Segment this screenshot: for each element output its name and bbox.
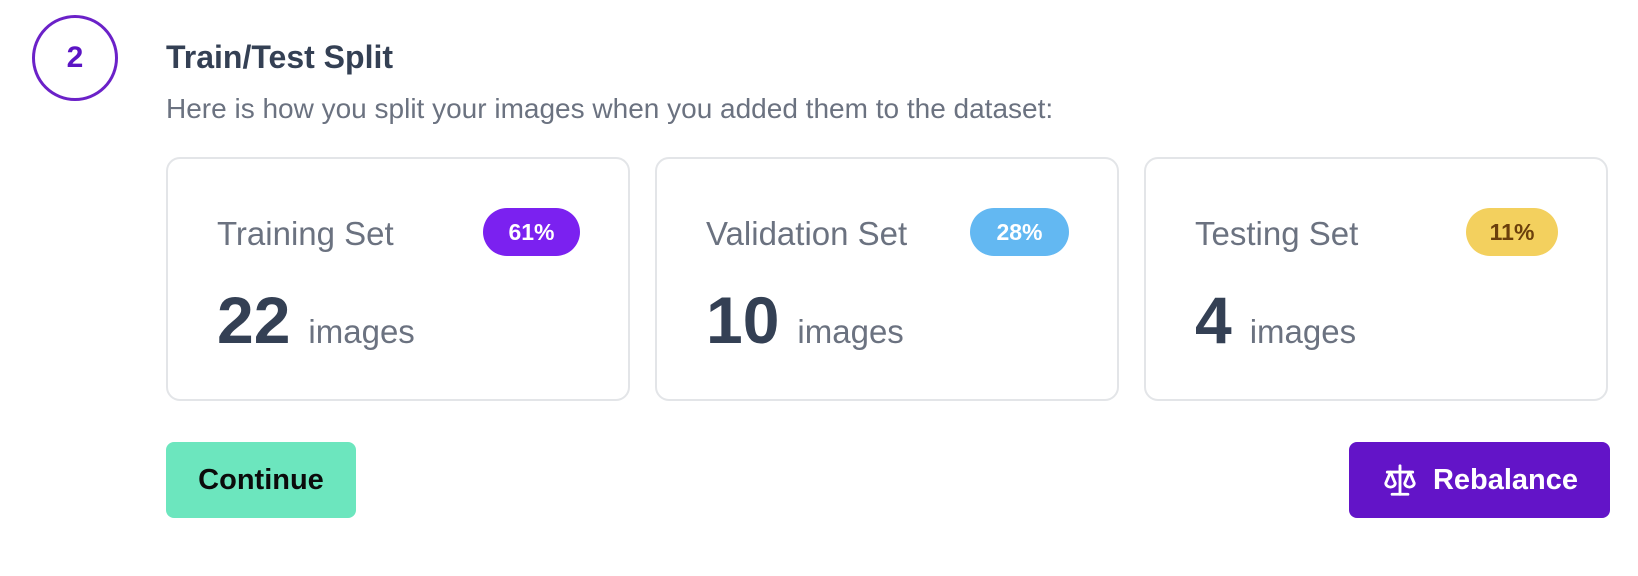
card-label: Training Set: [217, 215, 394, 252]
validation-set-card: Validation Set 28% 10 images: [655, 157, 1119, 401]
percent-badge: 61%: [483, 208, 580, 256]
image-count: 22: [217, 283, 291, 357]
percent-badge: 11%: [1466, 208, 1558, 256]
split-cards: Training Set 61% 22 images Validation Se…: [166, 157, 1608, 401]
image-count: 10: [706, 283, 780, 357]
image-unit: images: [1249, 313, 1357, 350]
card-count: 4 images: [1195, 281, 1356, 359]
scale-icon: [1381, 461, 1419, 499]
percent-badge: 28%: [970, 208, 1069, 256]
training-set-card: Training Set 61% 22 images: [166, 157, 630, 401]
card-count: 10 images: [706, 281, 904, 359]
rebalance-button[interactable]: Rebalance: [1349, 442, 1610, 518]
train-test-split-step: 2 Train/Test Split Here is how you split…: [0, 0, 1638, 576]
image-unit: images: [797, 313, 904, 350]
page-subtitle: Here is how you split your images when y…: [166, 93, 1054, 124]
card-label: Testing Set: [1195, 215, 1359, 252]
step-number: 2: [66, 41, 84, 74]
page-title: Train/Test Split: [166, 39, 393, 75]
rebalance-label: Rebalance: [1432, 463, 1579, 496]
testing-set-card: Testing Set 11% 4 images: [1144, 157, 1608, 401]
image-unit: images: [308, 313, 415, 350]
image-count: 4: [1195, 283, 1232, 357]
step-header: Train/Test Split Here is how you split y…: [166, 36, 1606, 127]
card-label: Validation Set: [706, 215, 908, 252]
card-count: 22 images: [217, 281, 415, 359]
step-number-indicator: 2: [32, 15, 118, 101]
continue-button[interactable]: Continue: [166, 442, 356, 518]
